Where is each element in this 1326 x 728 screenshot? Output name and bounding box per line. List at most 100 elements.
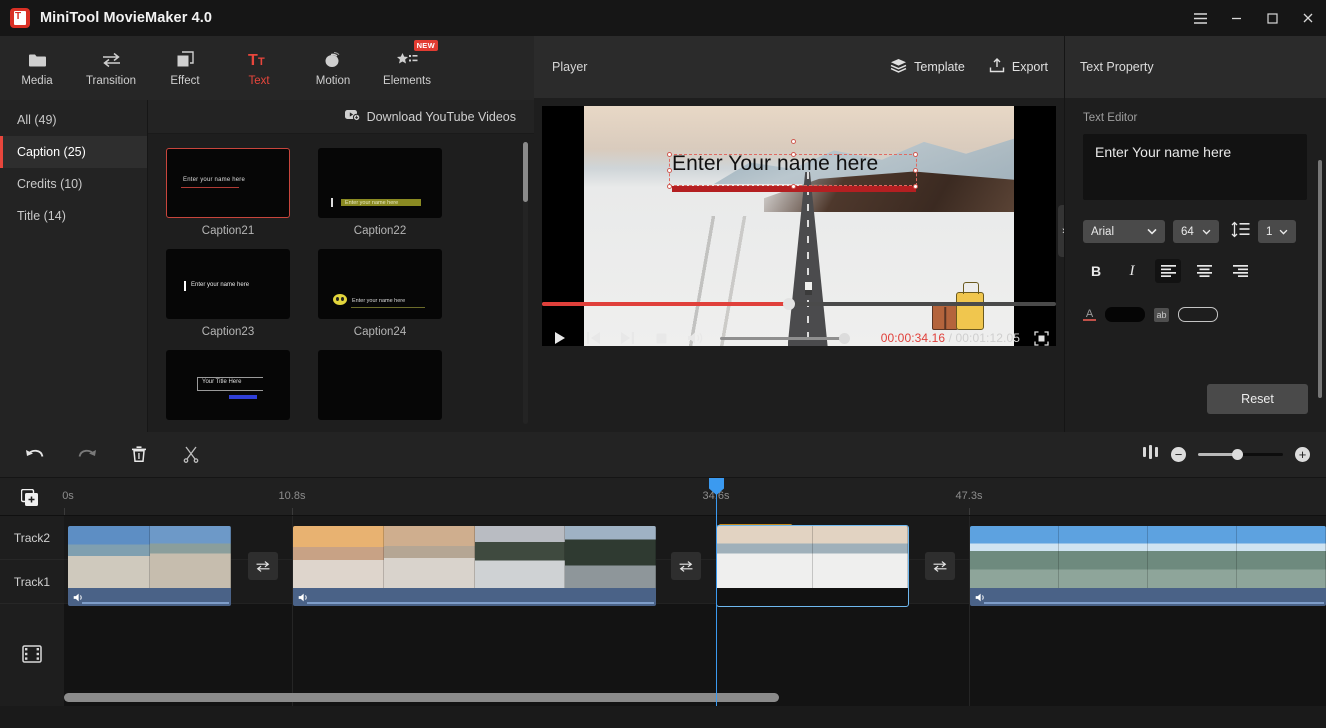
track-label-track2[interactable]: Track2: [0, 516, 64, 560]
template-item[interactable]: Enter your name here Caption22: [318, 148, 442, 237]
resize-handle-tc2[interactable]: [791, 152, 796, 157]
tab-media[interactable]: Media: [0, 38, 74, 98]
volume-handle[interactable]: [839, 333, 850, 344]
split-button[interactable]: [178, 442, 204, 468]
timeline-horizontal-scrollbar[interactable]: [64, 693, 779, 702]
category-all[interactable]: All (49): [0, 104, 147, 136]
volume-slider[interactable]: [720, 337, 846, 340]
outline-color-swatch[interactable]: [1178, 307, 1218, 322]
font-color-swatch[interactable]: [1105, 307, 1145, 322]
delete-button[interactable]: [126, 442, 152, 468]
transition-slot-button[interactable]: [925, 552, 955, 580]
zoom-slider[interactable]: [1198, 453, 1283, 456]
playhead[interactable]: [716, 478, 717, 706]
minimize-button[interactable]: [1218, 0, 1254, 36]
template-preview-text: Enter your name here: [352, 298, 405, 304]
category-title[interactable]: Title (14): [0, 200, 147, 232]
video-thumbnails: [970, 526, 1326, 588]
properties-scrollbar[interactable]: [1318, 160, 1322, 398]
play-button[interactable]: [542, 323, 576, 353]
video-clip[interactable]: [68, 526, 231, 606]
seek-bar[interactable]: [542, 302, 1056, 306]
maximize-button[interactable]: [1254, 0, 1290, 36]
fullscreen-button[interactable]: [1026, 323, 1056, 353]
align-right-button[interactable]: [1227, 259, 1253, 283]
volume-button[interactable]: [678, 323, 712, 353]
line-spacing-select[interactable]: 1: [1258, 220, 1296, 243]
video-frame-thumb: [384, 526, 475, 588]
stop-button[interactable]: [644, 323, 678, 353]
export-button[interactable]: Export: [989, 58, 1048, 76]
italic-button[interactable]: I: [1119, 259, 1145, 283]
font-family-select[interactable]: Arial: [1083, 220, 1165, 243]
video-lane[interactable]: [64, 604, 1326, 706]
align-center-button[interactable]: [1191, 259, 1217, 283]
tab-transition[interactable]: Transition: [74, 38, 148, 98]
close-button[interactable]: [1290, 0, 1326, 36]
line-spacing-icon: [1231, 221, 1250, 243]
tab-text[interactable]: TT Text: [222, 38, 296, 98]
resize-handle-tr[interactable]: [913, 152, 918, 157]
template-button[interactable]: Template: [890, 58, 965, 76]
template-item[interactable]: Enter your name here Caption23: [166, 249, 290, 338]
add-track-icon[interactable]: [21, 489, 39, 507]
tab-motion-label: Motion: [316, 75, 351, 87]
transition-slot-button[interactable]: [248, 552, 278, 580]
video-clip[interactable]: [293, 526, 656, 606]
tab-elements[interactable]: NEW Elements: [370, 38, 444, 98]
resize-handle-tc[interactable]: [791, 139, 796, 144]
template-item[interactable]: Enter your name here Caption24: [318, 249, 442, 338]
resize-handle-bl[interactable]: [667, 184, 672, 189]
category-title-label: Title (14): [17, 209, 66, 223]
undo-button[interactable]: [22, 442, 48, 468]
new-badge: NEW: [414, 40, 438, 51]
download-youtube-bar[interactable]: Download YouTube Videos: [148, 100, 534, 134]
ruler-tickline: [969, 508, 970, 515]
library-scrollbar[interactable]: [523, 142, 528, 424]
tab-motion[interactable]: Motion: [296, 38, 370, 98]
svg-text:T: T: [258, 56, 265, 68]
zoom-out-button[interactable]: −: [1171, 447, 1186, 462]
font-size-select[interactable]: 64: [1173, 220, 1219, 243]
template-preview: Your Title Here: [166, 350, 290, 420]
text-editor-input[interactable]: [1083, 134, 1307, 200]
template-name: Caption21: [166, 225, 290, 237]
tab-effect[interactable]: Effect: [148, 38, 222, 98]
resize-handle-ml[interactable]: [667, 168, 672, 173]
bold-button[interactable]: B: [1083, 259, 1109, 283]
redo-button[interactable]: [74, 442, 100, 468]
reset-button[interactable]: Reset: [1207, 384, 1308, 414]
timeline-ruler[interactable]: 0s 10.8s 34.6s 47.3s: [0, 478, 1326, 516]
transition-slot-button[interactable]: [671, 552, 701, 580]
template-item[interactable]: [318, 350, 442, 420]
video-clip[interactable]: [717, 526, 908, 606]
resize-handle-mr[interactable]: [913, 168, 918, 173]
seek-handle[interactable]: [783, 298, 795, 310]
align-left-button[interactable]: [1155, 259, 1181, 283]
resize-handle-br[interactable]: [913, 184, 918, 189]
video-clip[interactable]: [970, 526, 1326, 606]
category-credits[interactable]: Credits (10): [0, 168, 147, 200]
text-editor-label: Text Editor: [1083, 112, 1308, 124]
track-label-track1[interactable]: Track1: [0, 560, 64, 604]
video-frame-thumb: [1148, 526, 1237, 588]
resize-handle-bc[interactable]: [791, 184, 796, 189]
next-frame-button[interactable]: [610, 323, 644, 353]
template-item[interactable]: Your Title Here: [166, 350, 290, 420]
previous-frame-button[interactable]: [576, 323, 610, 353]
menu-button[interactable]: [1182, 0, 1218, 36]
resize-handle-tl[interactable]: [667, 152, 672, 157]
library-scroll-thumb[interactable]: [523, 142, 528, 202]
app-title: MiniTool MovieMaker 4.0: [40, 10, 212, 26]
category-caption[interactable]: Caption (25): [0, 136, 147, 168]
template-preview-text: Enter your name here: [191, 282, 249, 288]
template-item[interactable]: Enter your name here Caption21: [166, 148, 290, 237]
zoom-handle[interactable]: [1232, 449, 1243, 460]
text-overlay-box[interactable]: Enter Your name here: [669, 154, 917, 186]
tab-elements-label: Elements: [383, 75, 431, 87]
audio-strip: [970, 588, 1326, 606]
video-thumbnails: [68, 526, 231, 588]
zoom-in-button[interactable]: +: [1295, 447, 1310, 462]
fit-timeline-icon[interactable]: [1142, 445, 1159, 464]
track-label-video[interactable]: [0, 604, 64, 706]
